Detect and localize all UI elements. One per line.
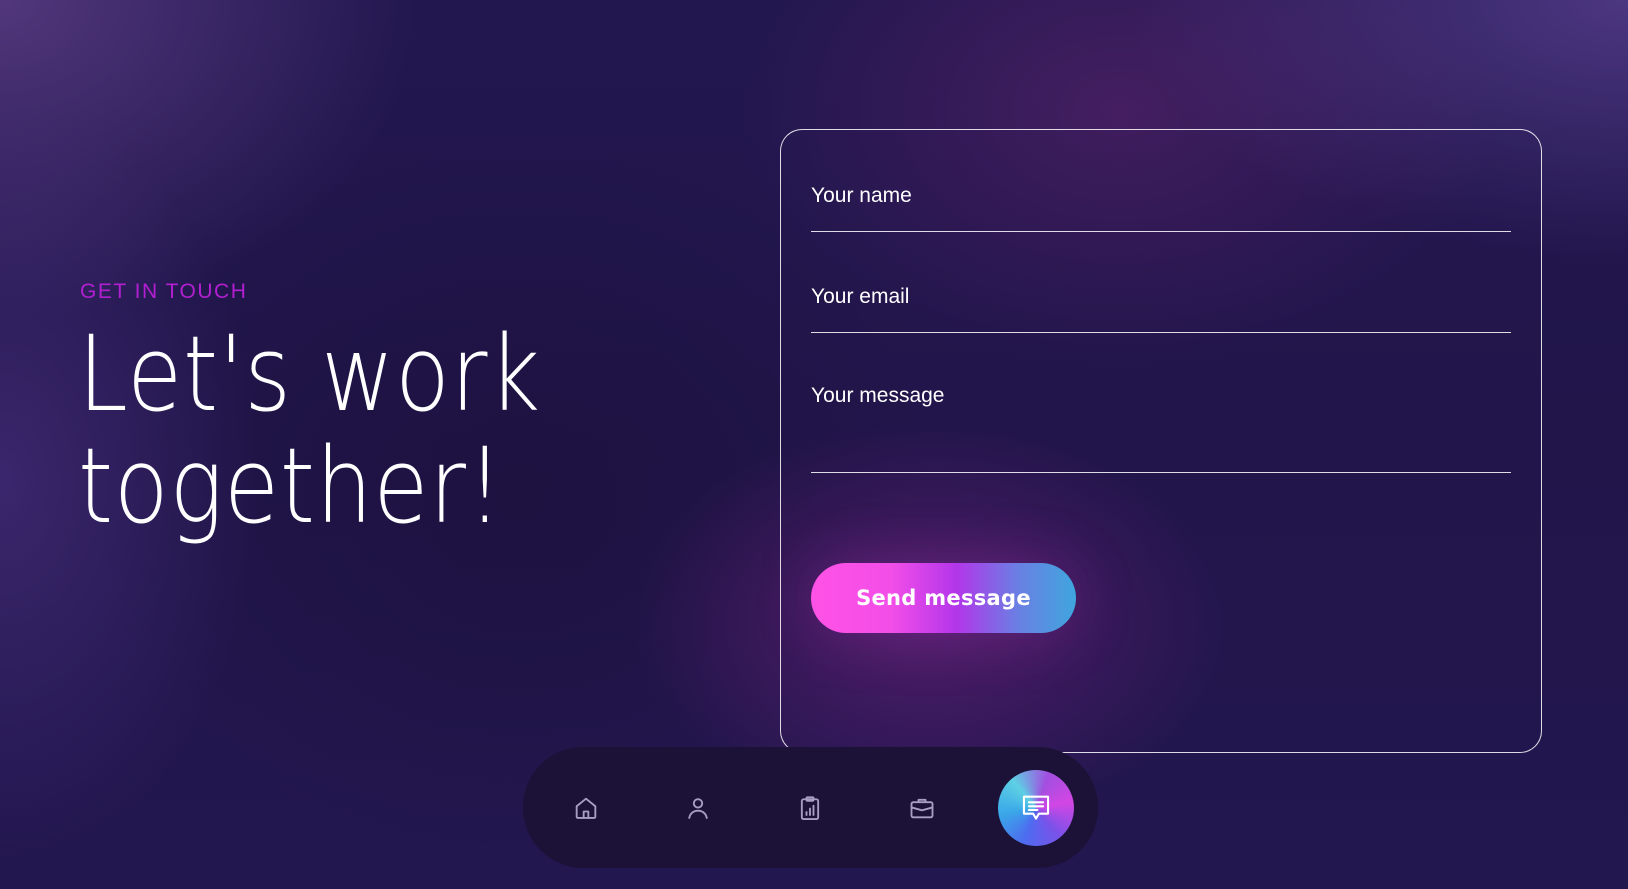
home-icon [575, 797, 597, 819]
headline-line-2: together! [78, 425, 504, 547]
contact-form: Send message [780, 129, 1542, 753]
bottom-navigation [523, 747, 1098, 868]
message-input[interactable] [811, 378, 1511, 418]
section-eyebrow: GET IN TOUCH [80, 280, 248, 303]
email-input[interactable] [811, 277, 1511, 317]
name-field-wrapper [811, 176, 1511, 232]
chat-bubble-icon [1022, 795, 1050, 820]
nav-item-resume[interactable] [772, 770, 848, 846]
nav-item-contact[interactable] [998, 770, 1074, 846]
nav-item-about[interactable] [660, 770, 736, 846]
contact-page: GET IN TOUCH Let's work together! Send m… [0, 0, 1628, 889]
nav-item-home[interactable] [548, 770, 624, 846]
name-input[interactable] [811, 176, 1511, 216]
page-headline: Let's work together! [78, 318, 541, 542]
user-icon [688, 798, 708, 819]
briefcase-icon [910, 798, 934, 819]
nav-item-work[interactable] [884, 770, 960, 846]
clipboard-chart-icon [800, 796, 820, 821]
message-field-wrapper [811, 378, 1511, 473]
send-message-button[interactable]: Send message [811, 563, 1076, 633]
email-field-wrapper [811, 277, 1511, 333]
headline-line-1: Let's work [78, 313, 542, 435]
